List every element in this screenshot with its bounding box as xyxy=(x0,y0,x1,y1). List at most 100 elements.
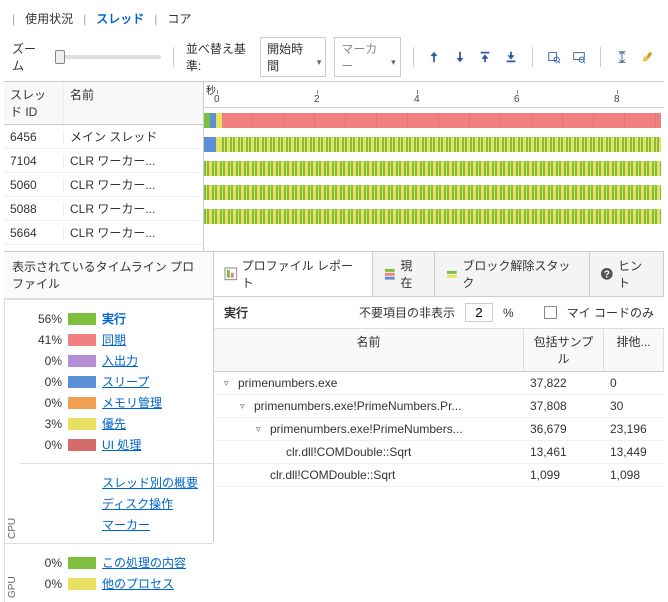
legend-swatch xyxy=(68,397,96,409)
timeline-ruler: 秒 02468 xyxy=(204,82,664,108)
help-icon: ? xyxy=(600,267,614,281)
profile-legend-item[interactable]: 0%この処理の内容 xyxy=(20,552,213,573)
row-name: clr.dll!COMDouble::Sqrt xyxy=(270,468,395,482)
zoom-slider[interactable] xyxy=(55,55,161,59)
legend-pct: 3% xyxy=(28,417,62,431)
row-inclusive: 36,679 xyxy=(524,418,604,440)
profile-legend-item[interactable]: 0% メモリ管理 xyxy=(20,392,213,413)
tab-unblock[interactable]: ブロック解除スタック xyxy=(435,252,591,296)
thread-row[interactable]: 5664CLR ワーカー... xyxy=(4,221,203,245)
sort-dropdown[interactable]: 開始時間 xyxy=(260,37,326,77)
legend-pct: 0% xyxy=(28,396,62,410)
move-down-icon[interactable] xyxy=(451,47,469,67)
noise-input[interactable] xyxy=(465,303,493,322)
legend-pct: 0% xyxy=(28,577,62,591)
thread-row[interactable]: 5060CLR ワーカー... xyxy=(4,173,203,197)
thread-row[interactable]: 7104CLR ワーカー... xyxy=(4,149,203,173)
legend-label[interactable]: 実行 xyxy=(102,310,205,327)
legend-label[interactable]: UI 処理 xyxy=(102,436,205,453)
expand-icon[interactable] xyxy=(613,47,631,67)
svg-text:?: ? xyxy=(604,270,610,281)
move-up-icon[interactable] xyxy=(425,47,443,67)
legend-label[interactable]: 優先 xyxy=(102,415,205,432)
report-row[interactable]: ▿primenumbers.exe37,8220 xyxy=(214,372,664,395)
timeline-bar-row[interactable] xyxy=(204,204,664,228)
legend-label[interactable]: 同期 xyxy=(102,331,205,348)
profile-link[interactable]: マーカー xyxy=(20,514,213,535)
tab-usage[interactable]: 使用状況 xyxy=(19,8,79,29)
tree-toggle-icon[interactable]: ▿ xyxy=(240,401,250,412)
report-row[interactable]: clr.dll!COMDouble::Sqrt1,0991,098 xyxy=(214,464,664,487)
legend-label[interactable]: スリープ xyxy=(102,373,205,390)
profile-legend-item[interactable]: 0%UI 処理 xyxy=(20,434,213,455)
legend-pct: 56% xyxy=(28,312,62,326)
thread-name: CLR ワーカー... xyxy=(64,200,203,217)
tab-cores[interactable]: コア xyxy=(161,8,197,29)
legend-label[interactable]: 他のプロセス xyxy=(102,575,205,592)
col-thread-name[interactable]: 名前 xyxy=(64,82,203,124)
highlight-icon[interactable] xyxy=(638,47,656,67)
profile-legend-item[interactable]: 56% 実行 xyxy=(20,308,213,329)
profile-legend-item[interactable]: 0% スリープ xyxy=(20,371,213,392)
thread-name: CLR ワーカー... xyxy=(64,152,203,169)
legend-label[interactable]: この処理の内容 xyxy=(102,554,205,571)
row-exclusive: 1,098 xyxy=(604,464,664,486)
sort-label: 並べ替え基準: xyxy=(186,40,252,74)
noise-label: 不要項目の非表示 xyxy=(359,304,455,321)
timeline-bar-row[interactable] xyxy=(204,156,664,180)
row-inclusive: 13,461 xyxy=(524,441,604,463)
stack-icon xyxy=(383,267,397,281)
timeline-bar-row[interactable] xyxy=(204,132,664,156)
report-icon xyxy=(224,267,238,281)
thread-id: 6456 xyxy=(4,130,64,144)
tab-hint[interactable]: ?ヒント xyxy=(590,252,664,296)
tab-threads[interactable]: スレッド xyxy=(90,8,150,29)
col-name[interactable]: 名前 xyxy=(214,329,524,371)
link-label[interactable]: マーカー xyxy=(102,516,205,533)
timeline-bar-row[interactable] xyxy=(204,180,664,204)
zoom-region-icon[interactable] xyxy=(545,47,563,67)
legend-swatch xyxy=(68,376,96,388)
col-thread-id[interactable]: スレッド ID xyxy=(4,82,64,124)
tab-profile-report[interactable]: プロファイル レポート xyxy=(214,252,373,296)
legend-label[interactable]: 入出力 xyxy=(102,352,205,369)
legend-swatch xyxy=(68,418,96,430)
thread-id: 7104 xyxy=(4,154,64,168)
col-exclusive[interactable]: 排他... xyxy=(604,329,664,371)
link-label[interactable]: ディスク操作 xyxy=(102,495,205,512)
report-row[interactable]: clr.dll!COMDouble::Sqrt13,46113,449 xyxy=(214,441,664,464)
ruler-tick: 2 xyxy=(314,94,320,105)
ruler-tick: 8 xyxy=(614,94,620,105)
timeline-bar-row[interactable] xyxy=(204,108,664,132)
legend-pct: 41% xyxy=(28,333,62,347)
report-row[interactable]: ▿primenumbers.exe!PrimeNumbers...36,6792… xyxy=(214,418,664,441)
legend-swatch xyxy=(68,439,96,451)
legend-pct: 0% xyxy=(28,354,62,368)
profile-legend-item[interactable]: 41% 同期 xyxy=(20,329,213,350)
profile-legend-item[interactable]: 3% 優先 xyxy=(20,413,213,434)
legend-pct: 0% xyxy=(28,375,62,389)
move-top-icon[interactable] xyxy=(477,47,495,67)
row-inclusive: 37,822 xyxy=(524,372,604,394)
tree-toggle-icon[interactable]: ▿ xyxy=(256,424,266,435)
profile-legend-item[interactable]: 0% 入出力 xyxy=(20,350,213,371)
row-name: primenumbers.exe!PrimeNumbers.Pr... xyxy=(254,399,461,413)
profile-link[interactable]: スレッド別の概要 xyxy=(20,472,213,493)
tree-toggle-icon[interactable]: ▿ xyxy=(224,378,234,389)
mycode-checkbox[interactable] xyxy=(544,306,557,319)
move-bottom-icon[interactable] xyxy=(502,47,520,67)
thread-row[interactable]: 5088CLR ワーカー... xyxy=(4,197,203,221)
row-exclusive: 23,196 xyxy=(604,418,664,440)
zoom-fit-icon[interactable] xyxy=(570,47,588,67)
link-label[interactable]: スレッド別の概要 xyxy=(102,474,205,491)
marker-dropdown[interactable]: マーカー xyxy=(334,37,400,77)
col-inclusive[interactable]: 包括サンプル xyxy=(524,329,604,371)
report-row[interactable]: ▿ primenumbers.exe!PrimeNumbers.Pr... 37,8… xyxy=(214,395,664,418)
profile-link[interactable]: ディスク操作 xyxy=(20,493,213,514)
thread-row[interactable]: 6456メイン スレッド xyxy=(4,125,203,149)
profile-legend-item[interactable]: 0% 他のプロセス xyxy=(20,573,213,594)
mycode-label: マイ コードのみ xyxy=(567,304,654,321)
row-inclusive: 37,808 xyxy=(524,395,604,417)
tab-current[interactable]: 現在 xyxy=(373,252,435,296)
legend-label[interactable]: メモリ管理 xyxy=(102,394,205,411)
